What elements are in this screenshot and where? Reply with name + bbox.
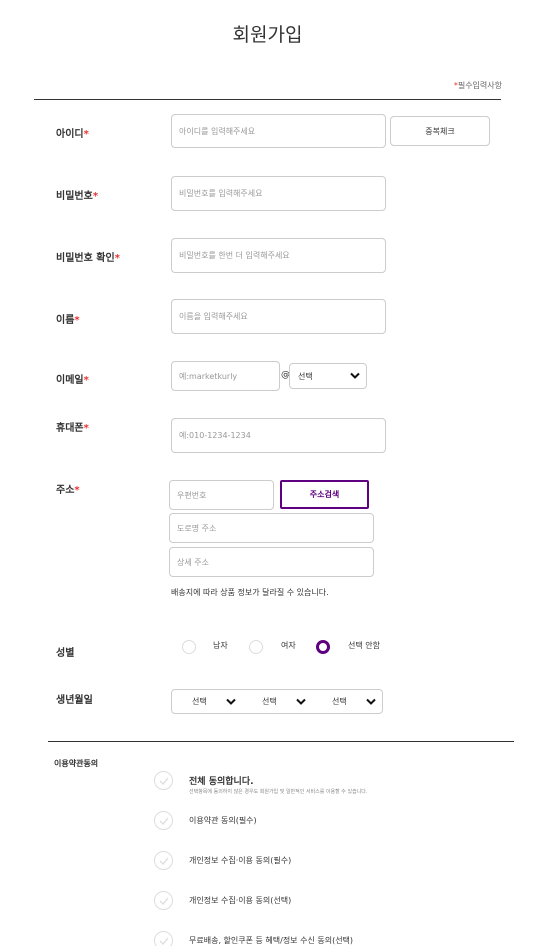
id-label-text: 아이디 (56, 129, 84, 140)
password-confirm-input[interactable] (171, 238, 386, 273)
email-domain-select-value: 선택 (298, 371, 313, 381)
name-label: 이름* (56, 311, 80, 326)
email-label-text: 이메일 (56, 375, 84, 386)
agree-all-sub: 선택항목에 동의하지 않은 경우도 회원가입 및 일반적인 서비스를 이용할 수… (189, 789, 368, 795)
name-input[interactable] (171, 299, 386, 334)
birth-day-select[interactable]: 선택 (312, 690, 382, 713)
address-search-button[interactable]: 주소검색 (280, 480, 369, 509)
required-note: *필수입력사항 (454, 80, 502, 91)
terms-heading: 이용약관동의 (54, 759, 99, 768)
gender-option-male: 남자 (213, 641, 228, 650)
birth-month-value: 선택 (262, 697, 277, 706)
password-input[interactable] (171, 176, 386, 211)
gender-radio-none[interactable] (316, 640, 330, 654)
email-label: 이메일* (56, 371, 89, 386)
email-local-input[interactable] (171, 361, 280, 391)
check-icon (159, 937, 168, 945)
agree-privacy-required-checkbox[interactable] (154, 851, 173, 870)
zipcode-input[interactable] (169, 480, 274, 510)
required-note-text: 필수입력사항 (457, 81, 502, 90)
chevron-down-icon (350, 372, 360, 379)
detail-address-input[interactable] (169, 547, 374, 577)
id-required-star: * (83, 129, 89, 140)
address-label: 주소* (56, 481, 80, 496)
agree-all-label: 전체 동의합니다. (189, 777, 254, 787)
agree-terms-label: 이용약관 동의(필수) (189, 816, 257, 825)
agree-marketing-checkbox[interactable] (154, 931, 173, 946)
chevron-down-icon (296, 698, 306, 705)
name-label-text: 이름 (56, 315, 75, 326)
agree-marketing-label: 무료배송, 할인쿠폰 등 혜택/정보 수신 동의(선택) (189, 936, 354, 945)
password-required-star: * (92, 191, 99, 202)
address-label-text: 주소 (56, 485, 75, 496)
chevron-down-icon (366, 698, 376, 705)
phone-input[interactable] (171, 418, 386, 453)
email-required-star: * (83, 375, 89, 386)
id-duplicate-check-button[interactable]: 중복체크 (390, 116, 490, 146)
birth-month-select[interactable]: 선택 (242, 690, 312, 713)
agree-all-checkbox[interactable] (154, 771, 173, 790)
email-domain-select[interactable]: 선택 (289, 363, 367, 389)
agree-terms-checkbox[interactable] (154, 811, 173, 830)
password-label: 비밀번호* (56, 187, 98, 202)
phone-required-star: * (83, 423, 89, 434)
form-top-divider (34, 99, 501, 100)
agree-privacy-optional-checkbox[interactable] (154, 891, 173, 910)
gender-option-female: 여자 (281, 641, 296, 650)
check-icon (159, 857, 168, 865)
address-required-star: * (74, 485, 80, 496)
phone-label: 휴대폰* (56, 419, 89, 434)
gender-label: 성별 (56, 648, 75, 659)
password-confirm-label-text: 비밀번호 확인 (56, 253, 115, 264)
birth-year-select[interactable]: 선택 (172, 690, 242, 713)
check-icon (159, 817, 168, 825)
gender-radio-female[interactable] (249, 640, 263, 654)
phone-label-text: 휴대폰 (56, 423, 84, 434)
terms-divider (48, 741, 514, 742)
name-required-star: * (74, 315, 80, 326)
password-label-text: 비밀번호 (56, 191, 93, 202)
birth-day-value: 선택 (332, 697, 347, 706)
check-icon (159, 897, 168, 905)
gender-radio-male[interactable] (182, 640, 196, 654)
agree-privacy-optional-label: 개인정보 수집·이용 동의(선택) (189, 896, 292, 905)
chevron-down-icon (226, 698, 236, 705)
address-note: 배송지에 따라 상품 정보가 달라질 수 있습니다. (171, 588, 329, 597)
id-input[interactable] (171, 114, 386, 148)
check-icon (159, 777, 168, 785)
id-label: 아이디* (56, 125, 89, 140)
password-confirm-required-star: * (114, 253, 120, 264)
birth-year-value: 선택 (192, 697, 207, 706)
gender-option-none: 선택 안함 (348, 641, 380, 650)
agree-privacy-required-label: 개인정보 수집·이용 동의(필수) (189, 856, 292, 865)
page-title: 회원가입 (232, 24, 303, 46)
password-confirm-label: 비밀번호 확인* (56, 249, 120, 264)
road-address-input[interactable] (169, 513, 374, 543)
birth-label: 생년월일 (56, 695, 93, 706)
